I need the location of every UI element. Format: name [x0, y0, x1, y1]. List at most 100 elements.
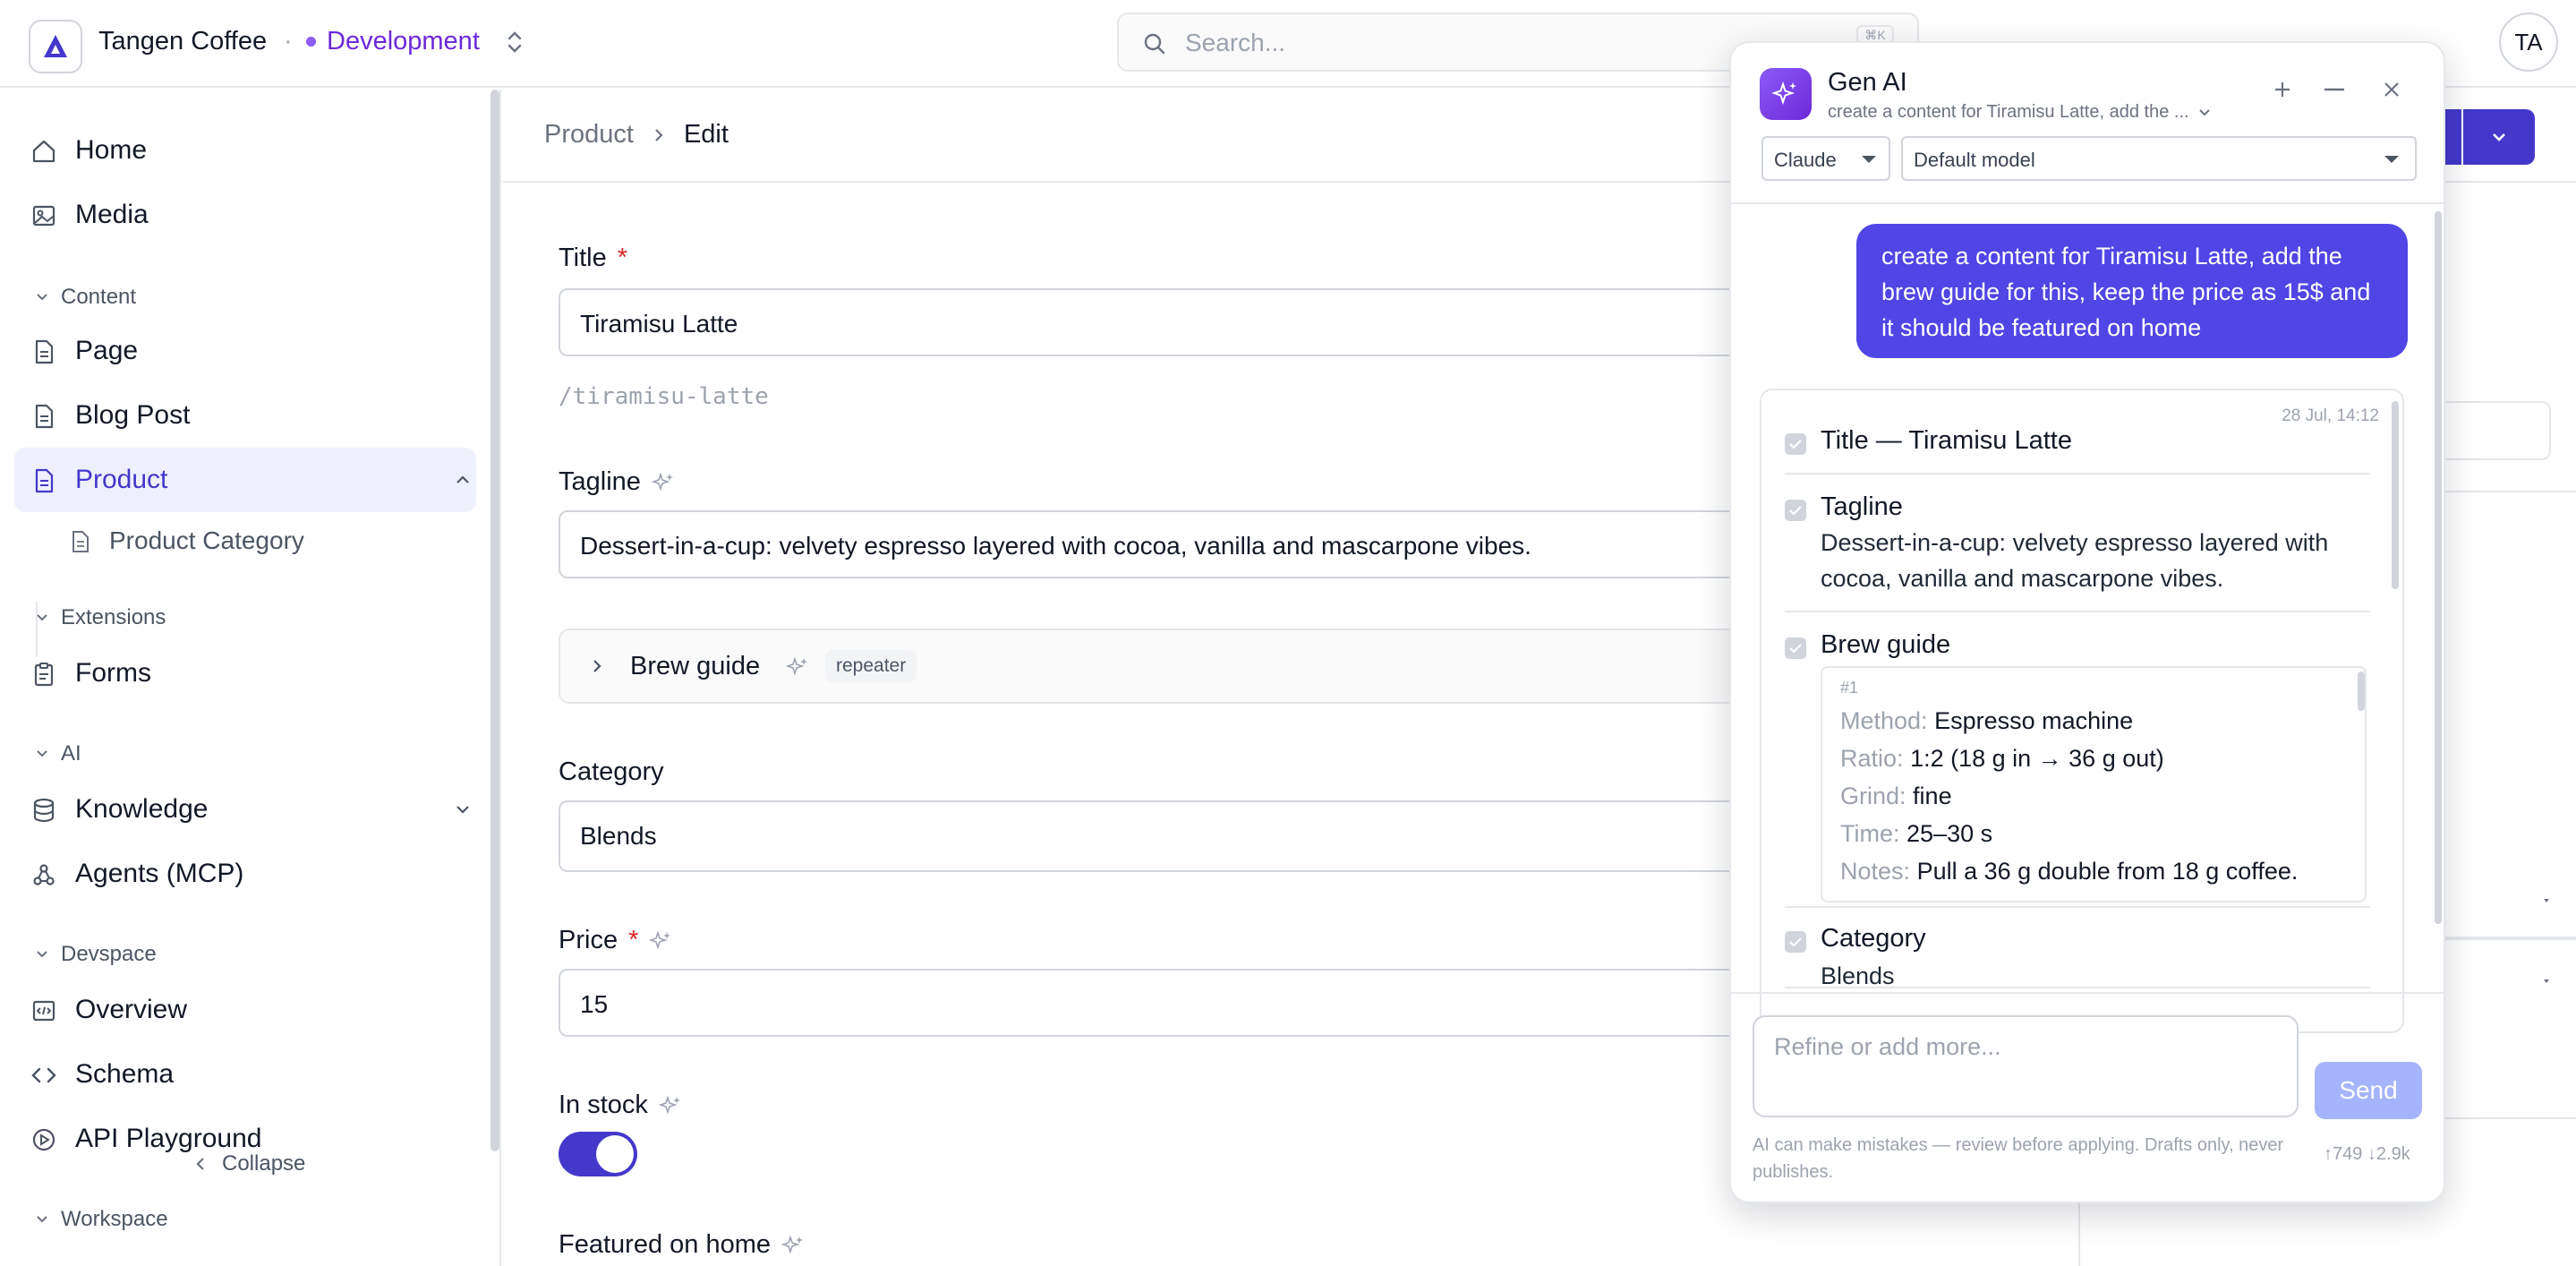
caret-down-icon	[2384, 156, 2399, 163]
chevron-down-icon[interactable]	[455, 804, 471, 815]
section-label: Devspace	[61, 942, 157, 966]
sparkle-icon[interactable]	[658, 1094, 682, 1117]
conversation-subtitle: create a content for Tiramisu Latte, add…	[1828, 102, 2189, 122]
sidebar-item-label: Blog Post	[75, 400, 191, 430]
section-label: Content	[61, 285, 137, 309]
brew-guide-checkbox[interactable]	[1785, 637, 1806, 659]
chevron-up-icon[interactable]	[455, 475, 471, 485]
check-icon	[1789, 644, 1802, 654]
chevron-down-icon[interactable]	[2542, 897, 2551, 904]
card-scrollbar[interactable]	[2392, 401, 2399, 589]
sparkle-icon[interactable]	[786, 655, 809, 679]
price-field[interactable]: 15	[559, 969, 1901, 1037]
section-workspace[interactable]: Workspace	[36, 1207, 168, 1232]
chevron-down-icon	[2198, 108, 2210, 115]
provider-value: Claude	[1774, 149, 1837, 171]
avatar[interactable]: TA	[2499, 13, 2558, 72]
tagline-field[interactable]: Dessert-in-a-cup: velvety espresso layer…	[559, 510, 1901, 578]
brew-key: Time:	[1840, 820, 1900, 847]
chevron-down-icon	[2493, 133, 2505, 141]
sidebar-item-overview[interactable]: Overview	[14, 978, 476, 1042]
required-mark: *	[628, 926, 639, 954]
category-select[interactable]: Blends	[559, 800, 1901, 872]
divider	[1785, 611, 2370, 612]
sidebar-item-label: Overview	[75, 995, 188, 1024]
title-field[interactable]: Tiramisu Latte	[559, 288, 1901, 356]
sparkle-icon[interactable]	[649, 929, 672, 953]
brew-scrollbar[interactable]	[2358, 671, 2365, 711]
sidebar-item-label: Media	[75, 200, 149, 229]
suggestion-category-label: Category	[1821, 924, 1926, 953]
ai-disclaimer: AI can make mistakes — review before app…	[1753, 1135, 2284, 1182]
category-label-text: Category	[559, 757, 664, 786]
section-label: Workspace	[61, 1207, 168, 1231]
model-select[interactable]: Default model	[1901, 136, 2417, 181]
sidebar-item-schema[interactable]: Schema	[14, 1042, 476, 1107]
section-content[interactable]: Content	[36, 285, 136, 310]
chevron-down-icon[interactable]	[2542, 978, 2551, 985]
code-file-icon	[32, 1000, 55, 1022]
breadcrumb-root[interactable]: Product	[544, 120, 634, 150]
environment-switcher[interactable]: Development	[306, 27, 480, 56]
brew-row: Grind: fine	[1840, 783, 1952, 810]
conversation-selector[interactable]: create a content for Tiramisu Latte, add…	[1828, 102, 2211, 123]
section-label: Extensions	[61, 605, 166, 629]
category-checkbox[interactable]	[1785, 931, 1806, 953]
send-button[interactable]: Send	[2315, 1062, 2422, 1119]
section-devspace[interactable]: Devspace	[36, 942, 157, 967]
sidebar-item-home[interactable]: Home	[14, 118, 476, 183]
user-message: create a content for Tiramisu Latte, add…	[1856, 224, 2408, 358]
sparkle-icon[interactable]	[651, 471, 675, 494]
title-checkbox[interactable]	[1785, 433, 1806, 455]
in-stock-label-text: In stock	[559, 1091, 648, 1119]
slug-text[interactable]: /tiramisu-latte	[559, 383, 769, 410]
brew-key: Notes:	[1840, 858, 1911, 885]
chevron-right-icon	[655, 128, 663, 141]
document-icon	[35, 404, 54, 429]
logo-icon[interactable]	[29, 20, 82, 73]
provider-select[interactable]: Claude	[1761, 136, 1890, 181]
divider	[1785, 987, 2370, 988]
category-value: Blends	[580, 822, 657, 850]
sidebar-item-label: Agents (MCP)	[75, 859, 244, 888]
tagline-checkbox[interactable]	[1785, 500, 1806, 521]
image-icon	[32, 205, 55, 227]
panel-scrollbar[interactable]	[2435, 211, 2442, 924]
database-icon	[33, 798, 55, 823]
brew-guide-label: Brew guide	[630, 652, 761, 680]
sidebar-item-product[interactable]: Product	[14, 448, 476, 512]
featured-label-text: Featured on home	[559, 1230, 771, 1259]
section-ai[interactable]: AI	[36, 741, 81, 766]
sidebar-item-forms[interactable]: Forms	[14, 641, 476, 706]
sparkle-icon[interactable]	[780, 1234, 805, 1257]
minimize-icon[interactable]	[2322, 79, 2347, 100]
new-chat-icon[interactable]	[2272, 79, 2293, 100]
suggestion-tagline-value: Dessert-in-a-cup: velvety espresso layer…	[1821, 529, 2329, 592]
sidebar-item-knowledge[interactable]: Knowledge	[14, 777, 476, 842]
section-extensions[interactable]: Extensions	[36, 605, 166, 630]
chevron-up-down-icon[interactable]	[503, 29, 526, 60]
sidebar-item-page[interactable]: Page	[14, 319, 476, 383]
close-icon[interactable]	[2381, 79, 2402, 100]
price-label: Price *	[559, 926, 672, 955]
sidebar-item-blog-post[interactable]: Blog Post	[14, 383, 476, 448]
brew-guide-repeater[interactable]: Brew guide repeater	[559, 629, 1901, 704]
repeater-badge: repeater	[825, 650, 917, 682]
document-icon	[73, 531, 89, 552]
sidebar-scrollbar[interactable]	[490, 90, 499, 1151]
clipboard-icon	[34, 663, 54, 687]
sidebar-item-media[interactable]: Media	[14, 183, 476, 247]
brew-value: fine	[1913, 783, 1952, 809]
in-stock-toggle[interactable]	[559, 1132, 637, 1176]
brew-value: 25–30 s	[1906, 820, 1993, 847]
tagline-label: Tagline	[559, 467, 675, 497]
in-stock-label: In stock	[559, 1091, 682, 1120]
sidebar-item-agents[interactable]: Agents (MCP)	[14, 842, 476, 906]
environment-label: Development	[327, 27, 480, 56]
title-label-text: Title	[559, 244, 607, 272]
publish-options-button[interactable]	[2463, 109, 2535, 165]
search-input[interactable]	[1185, 23, 1812, 63]
refine-input[interactable]	[1753, 1015, 2299, 1117]
sidebar-item-product-category[interactable]: Product Category	[14, 512, 476, 569]
collapse-button[interactable]: Collapse	[195, 1151, 305, 1176]
